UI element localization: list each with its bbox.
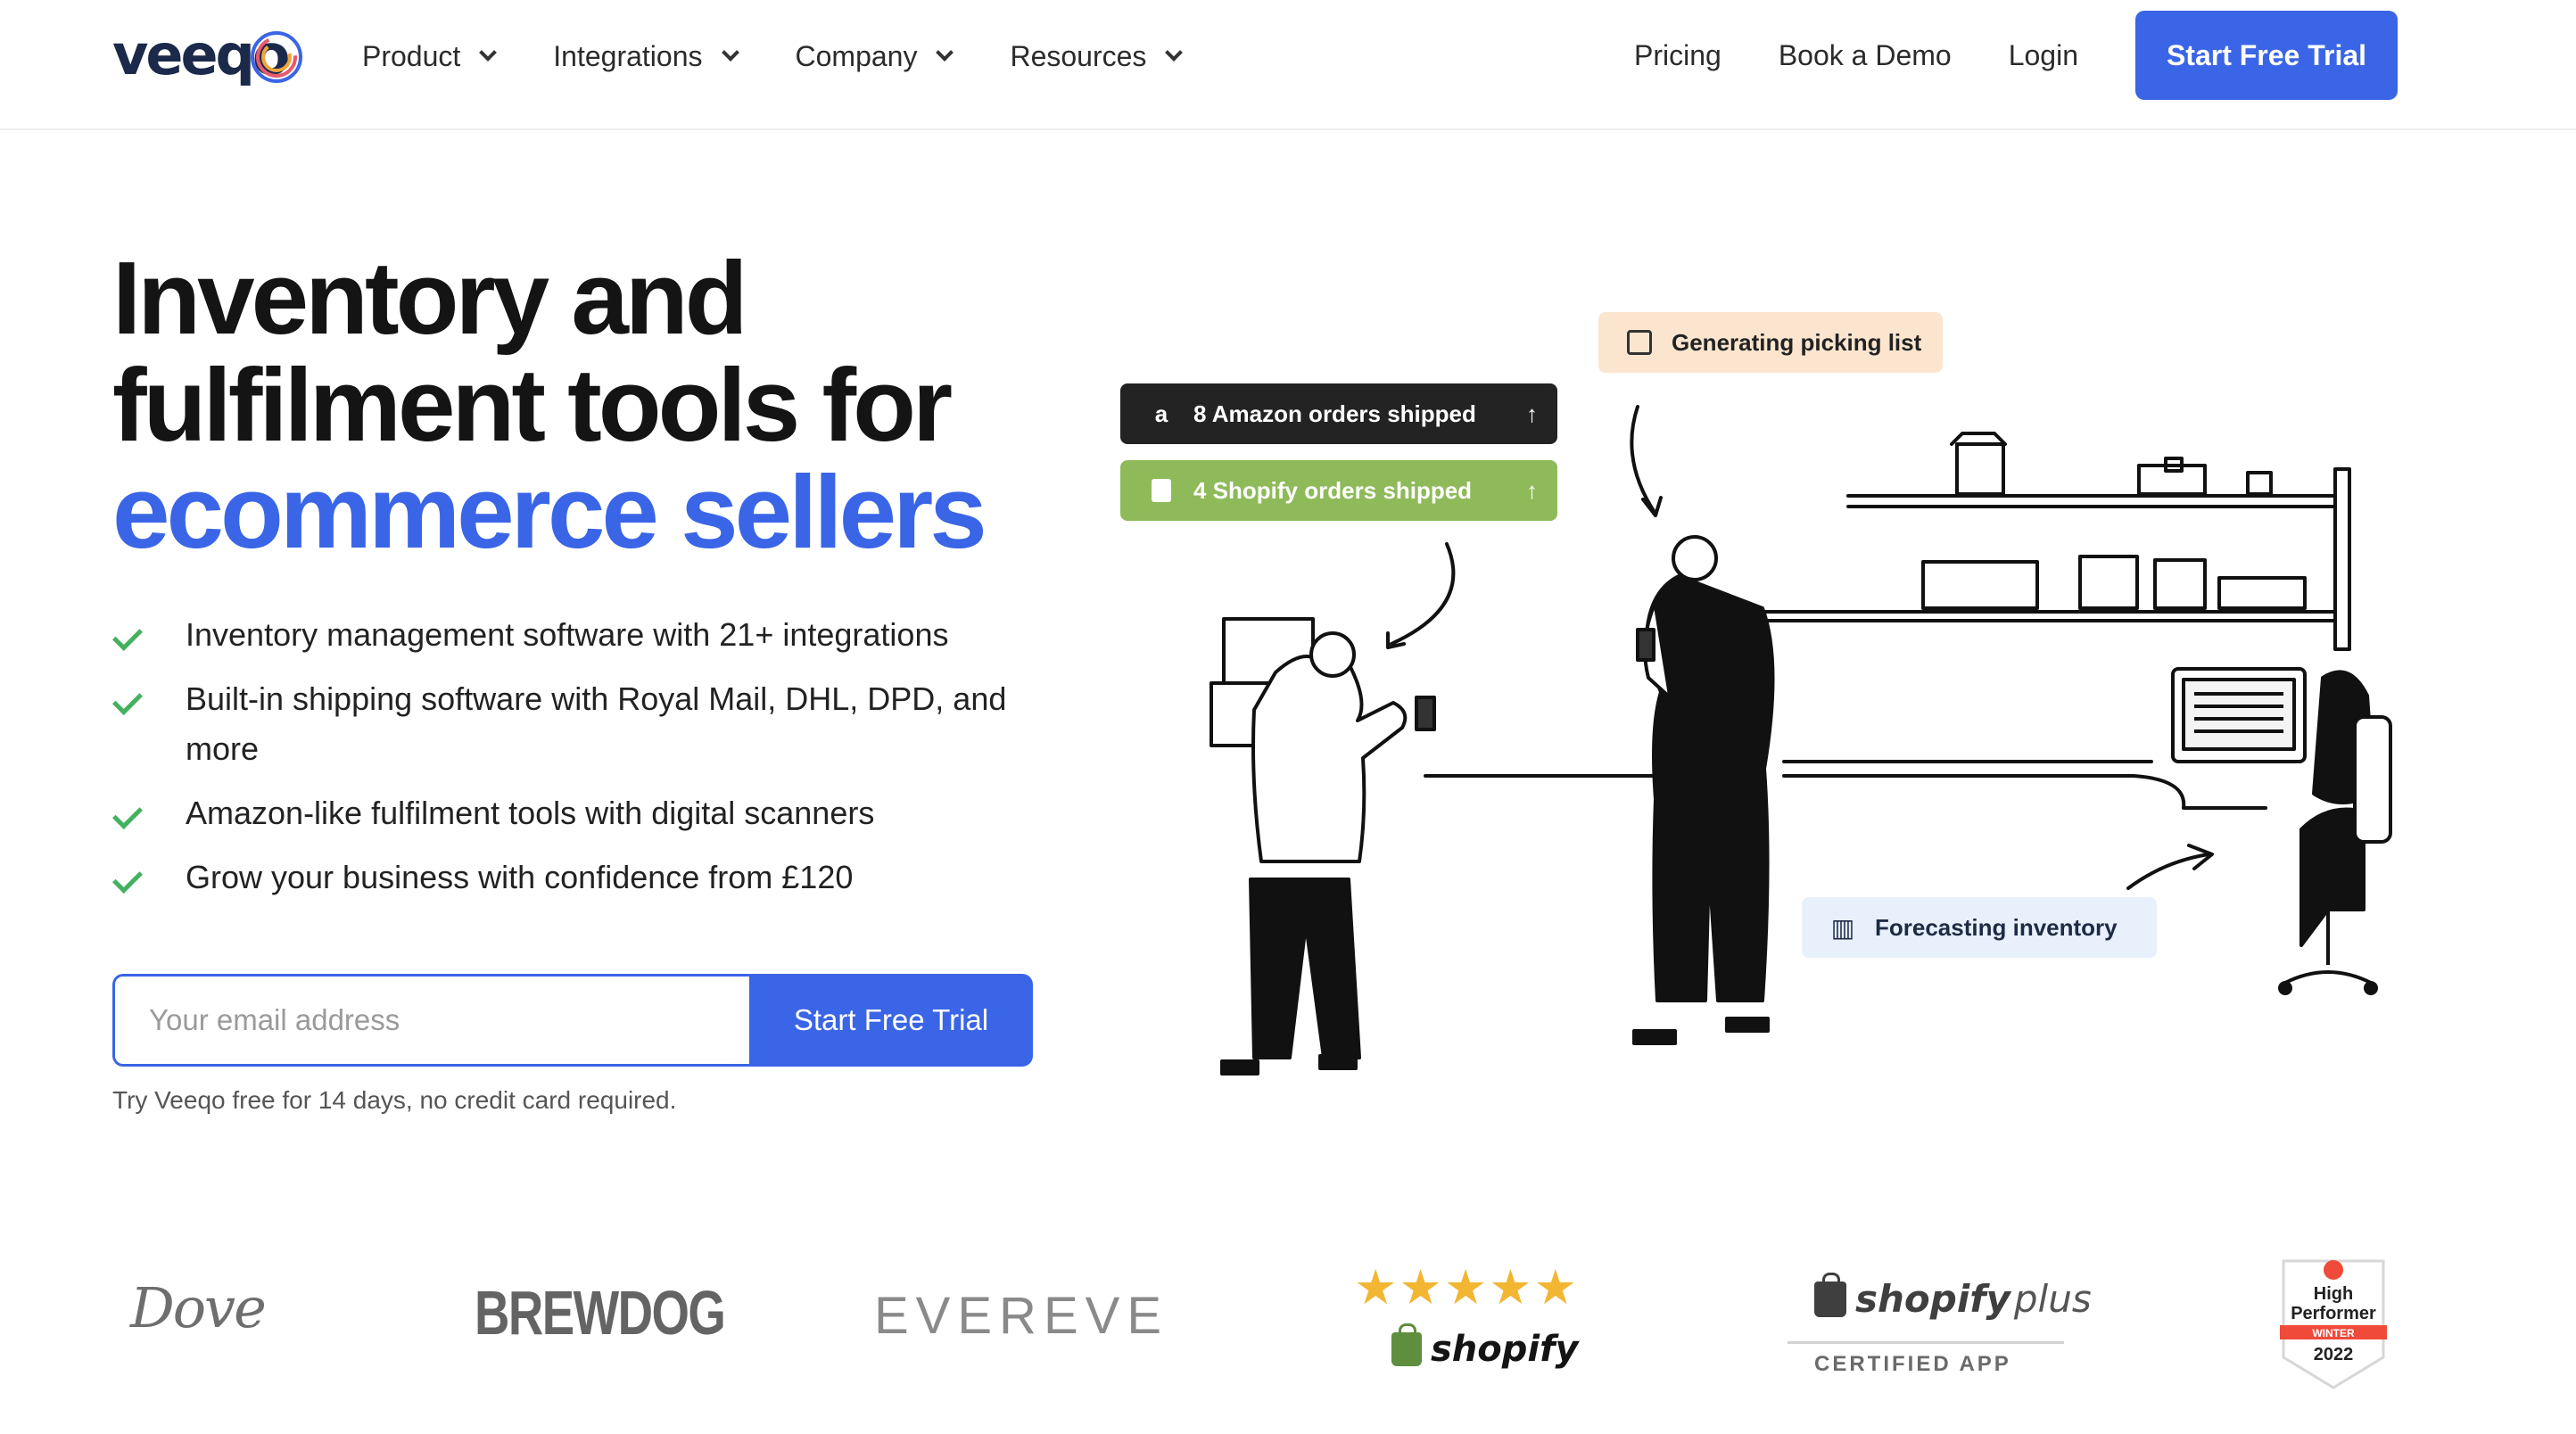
- hero-headline-accent: ecommerce sellers: [112, 454, 987, 570]
- pricing-link[interactable]: Pricing: [1634, 39, 1721, 72]
- feature-item: Grow your business with confidence from …: [112, 853, 1058, 902]
- nav-right: Pricing Book a Demo Login Start Free Tri…: [1634, 11, 2576, 100]
- main-nav: Product Integrations Company Resources: [362, 32, 1239, 80]
- hero-headline-line1: Inventory and: [112, 240, 748, 356]
- amazon-orders-pill: a 8 Amazon orders shipped ↑: [1120, 383, 1557, 444]
- shopify-orders-pill: 4 Shopify orders shipped ↑: [1120, 460, 1557, 521]
- feature-item: Inventory management software with 21+ i…: [112, 610, 1058, 660]
- hero-headline: Inventory and fulfilment tools for ecomm…: [112, 240, 987, 570]
- feature-text: Inventory management software with 21+ i…: [186, 616, 949, 653]
- g2-badge-season: WINTER: [2312, 1327, 2355, 1339]
- check-icon: [112, 621, 143, 651]
- g2-badge-line1: High: [2313, 1284, 2354, 1304]
- chevron-down-icon: [479, 44, 498, 62]
- nav-product-label: Product: [362, 39, 461, 72]
- g2-badge-shape: [2280, 1259, 2387, 1389]
- shopify-plus-wordmark: shopify: [1855, 1277, 2010, 1321]
- signup-form: Start Free Trial: [112, 974, 1033, 1067]
- g2-badge: High Performer WINTER 2022: [2280, 1257, 2387, 1391]
- book-demo-link[interactable]: Book a Demo: [1779, 39, 1952, 72]
- nav-resources[interactable]: Resources: [1010, 39, 1184, 73]
- nav-company-label: Company: [795, 39, 918, 72]
- nav-resources-label: Resources: [1010, 39, 1147, 72]
- arrow-up-icon: ↑: [1526, 400, 1538, 427]
- picking-list-text: Generating picking list: [1672, 328, 1922, 356]
- shopify-plus-logo: shopify plus: [1814, 1272, 2092, 1321]
- shopify-bag-icon: [1814, 1272, 1846, 1317]
- email-input[interactable]: [112, 974, 749, 1067]
- certified-app-label: CERTIFIED APP: [1814, 1352, 2011, 1376]
- picking-list-pill: Generating picking list: [1598, 312, 1943, 373]
- trial-note: Try Veeqo free for 14 days, no credit ca…: [112, 1086, 677, 1114]
- shopify-plus-suffix: plus: [2013, 1277, 2092, 1321]
- shopify-bag-icon: [1391, 1323, 1422, 1366]
- shopify-wordmark: shopify: [1431, 1329, 1579, 1370]
- chevron-down-icon: [936, 44, 954, 62]
- feature-text: Grow your business with confidence from …: [186, 859, 854, 895]
- check-icon: [112, 863, 143, 894]
- download-box-icon: [1620, 330, 1659, 355]
- dove-logo: Dove: [130, 1275, 267, 1340]
- logo-rings-icon: [251, 31, 302, 83]
- nav-company[interactable]: Company: [795, 39, 954, 73]
- nav-integrations[interactable]: Integrations: [553, 39, 739, 73]
- hero-headline-line2: fulfilment tools for: [112, 347, 953, 463]
- divider: [1788, 1341, 2064, 1344]
- chevron-down-icon: [1165, 44, 1184, 62]
- login-link[interactable]: Login: [2009, 39, 2078, 72]
- feature-text: Built-in shipping software with Royal Ma…: [186, 680, 1007, 767]
- nav-integrations-label: Integrations: [553, 39, 703, 72]
- bar-chart-icon: ▥: [1830, 913, 1855, 942]
- warehouse-illustration: a 8 Amazon orders shipped ↑ 4 Shopify or…: [1106, 294, 2426, 1150]
- nav-product[interactable]: Product: [362, 39, 498, 73]
- shopify-orders-text: 4 Shopify orders shipped: [1193, 476, 1473, 504]
- feature-item: Amazon-like fulfilment tools with digita…: [112, 788, 1058, 838]
- forecasting-pill: ▥ Forecasting inventory: [1802, 897, 2157, 958]
- arrow-up-icon: ↑: [1526, 476, 1538, 504]
- forecasting-text: Forecasting inventory: [1875, 913, 2118, 941]
- check-icon: [112, 685, 143, 715]
- shopify-logo: shopify: [1391, 1323, 1579, 1370]
- shopify-bag-icon: [1142, 479, 1181, 502]
- check-icon: [112, 799, 143, 829]
- customer-logos: Dove BREWDOG EVEREVE ★★★★★ shopify shopi…: [0, 1240, 2576, 1409]
- brewdog-logo: BREWDOG: [475, 1278, 726, 1347]
- g2-badge-year: 2022: [2313, 1345, 2354, 1364]
- g2-badge-line2: Performer: [2291, 1304, 2376, 1323]
- start-free-trial-submit[interactable]: Start Free Trial: [749, 974, 1033, 1067]
- top-navigation: veeqo Product Integrations Company Resou…: [0, 0, 2576, 130]
- rating-stars: ★★★★★: [1354, 1261, 1580, 1314]
- feature-list: Inventory management software with 21+ i…: [112, 610, 1058, 917]
- amazon-orders-text: 8 Amazon orders shipped: [1193, 400, 1476, 427]
- feature-text: Amazon-like fulfilment tools with digita…: [186, 795, 875, 831]
- chevron-down-icon: [721, 44, 739, 62]
- feature-item: Built-in shipping software with Royal Ma…: [112, 674, 1058, 774]
- start-free-trial-button[interactable]: Start Free Trial: [2135, 11, 2398, 100]
- amazon-icon: a: [1154, 400, 1168, 427]
- evereve-logo: EVEREVE: [874, 1287, 1168, 1345]
